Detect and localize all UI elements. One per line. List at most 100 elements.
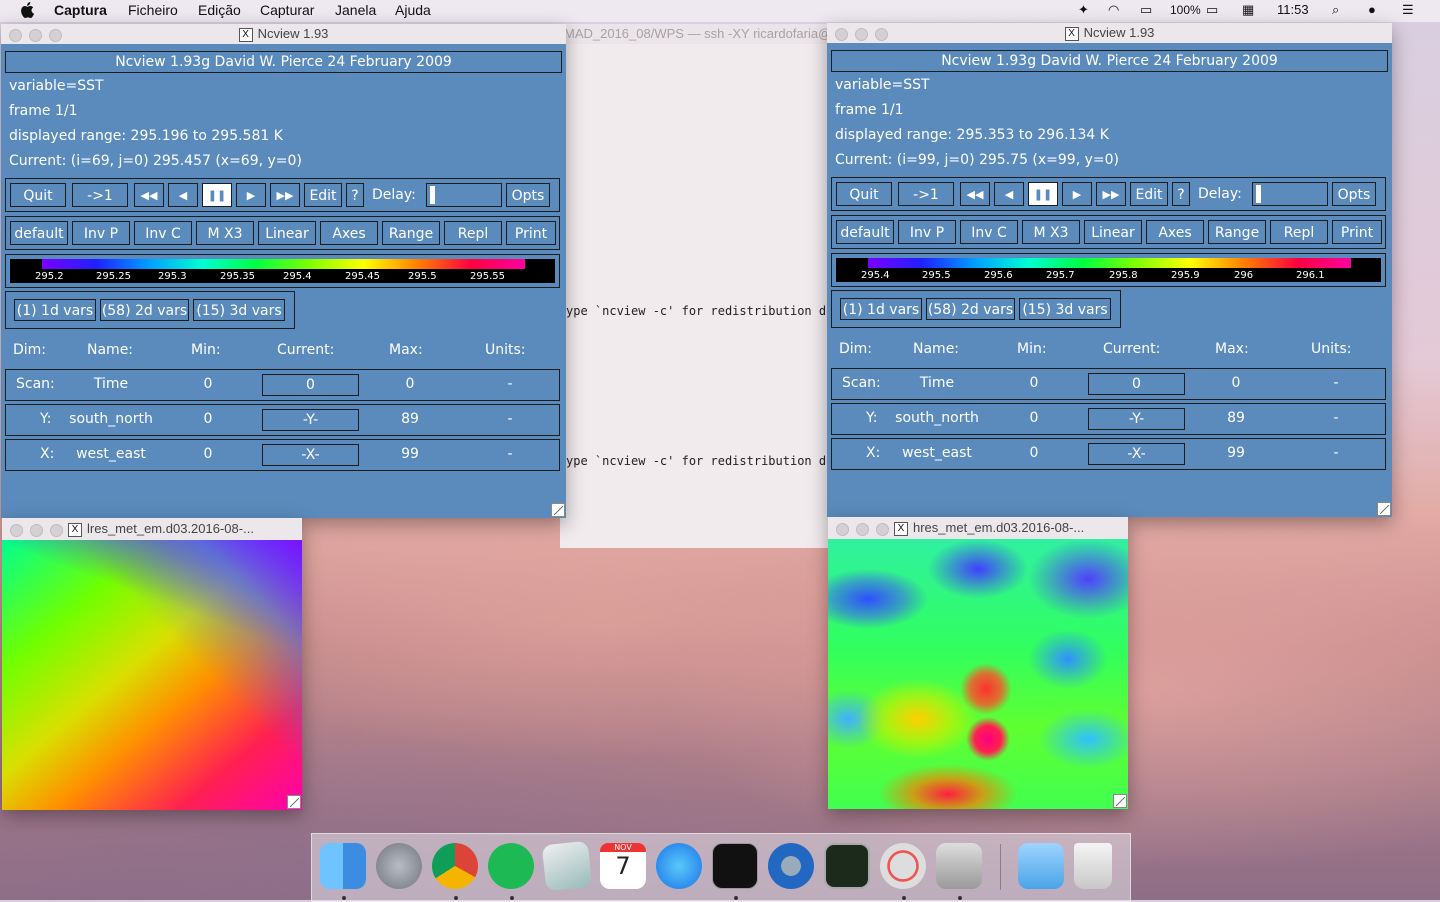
dropbox-icon[interactable]: ✦ bbox=[1078, 2, 1089, 18]
ncview-titlebar[interactable]: X Ncview 1.93 bbox=[1, 24, 566, 44]
siri-icon[interactable]: ● bbox=[1368, 2, 1376, 17]
image-window-titlebar[interactable]: Xhres_met_em.d03.2016-08-... bbox=[828, 517, 1128, 539]
dim-current[interactable]: -X- bbox=[262, 444, 359, 466]
fast-forward-icon[interactable]: ▶▶ bbox=[1096, 182, 1126, 206]
spotlight-search-icon[interactable]: ⌕ bbox=[1332, 2, 1339, 18]
inv-c-button[interactable]: Inv C bbox=[960, 220, 1018, 244]
close-button[interactable] bbox=[836, 523, 849, 536]
edit-button[interactable]: Edit bbox=[1130, 182, 1168, 206]
grab-icon[interactable] bbox=[936, 843, 982, 889]
battery-icon[interactable]: ▭ bbox=[1206, 2, 1218, 18]
menu-ajuda[interactable]: Ajuda bbox=[395, 2, 431, 18]
input-source-flag-icon[interactable]: ▦ bbox=[1242, 2, 1254, 18]
trash-icon[interactable] bbox=[1074, 843, 1112, 889]
activity-monitor-icon[interactable] bbox=[824, 843, 870, 889]
opts-button[interactable]: Opts bbox=[1332, 182, 1376, 206]
help-button[interactable]: ? bbox=[1172, 182, 1190, 206]
dim-current[interactable]: -X- bbox=[1088, 443, 1185, 465]
close-button[interactable] bbox=[9, 29, 22, 42]
rewind-fast-icon[interactable]: ◀◀ bbox=[134, 183, 164, 207]
image-window-titlebar[interactable]: Xlres_met_em.d03.2016-08-... bbox=[2, 518, 302, 540]
print-button[interactable]: Print bbox=[1332, 220, 1382, 244]
terminal-icon[interactable] bbox=[712, 843, 758, 889]
zoom-button[interactable] bbox=[876, 523, 889, 536]
step-back-icon[interactable]: ◀ bbox=[994, 182, 1024, 206]
sst-plot-hres[interactable] bbox=[828, 539, 1128, 809]
apple-menu-icon[interactable] bbox=[20, 2, 34, 18]
edit-button[interactable]: Edit bbox=[304, 183, 342, 207]
step-button[interactable]: ->1 bbox=[72, 183, 128, 207]
step-forward-icon[interactable]: ▶ bbox=[236, 183, 266, 207]
menu-janela[interactable]: Janela bbox=[335, 2, 376, 18]
opts-button[interactable]: Opts bbox=[506, 183, 550, 207]
vars-1d-button[interactable]: (1) 1d vars bbox=[840, 298, 922, 320]
zoom-button[interactable] bbox=[875, 28, 888, 41]
minimize-button[interactable] bbox=[29, 29, 42, 42]
menu-capturar[interactable]: Capturar bbox=[260, 2, 314, 18]
dim-current[interactable]: -Y- bbox=[1088, 408, 1185, 430]
ncview-window-left[interactable]: X Ncview 1.93 Ncview 1.93g David W. Pierce… bbox=[1, 24, 566, 518]
minimize-button[interactable] bbox=[855, 28, 868, 41]
image-window-hres[interactable]: Xhres_met_em.d03.2016-08-... bbox=[828, 517, 1128, 809]
pause-icon[interactable]: ❚❚ bbox=[202, 183, 232, 207]
launchpad-icon[interactable] bbox=[376, 843, 422, 889]
axes-button[interactable]: Axes bbox=[320, 221, 378, 245]
zoom-button[interactable] bbox=[49, 29, 62, 42]
vars-2d-button[interactable]: (58) 2d vars bbox=[100, 299, 189, 321]
minimize-button[interactable] bbox=[30, 524, 43, 537]
inv-p-button[interactable]: Inv P bbox=[898, 220, 956, 244]
delay-slider[interactable] bbox=[426, 183, 502, 207]
delay-slider-thumb[interactable] bbox=[430, 186, 435, 204]
finder-icon[interactable] bbox=[320, 843, 366, 889]
menu-app-name[interactable]: Captura bbox=[54, 2, 107, 18]
inv-c-button[interactable]: Inv C bbox=[134, 221, 192, 245]
range-button[interactable]: Range bbox=[1208, 220, 1266, 244]
resize-grip-icon[interactable] bbox=[287, 795, 301, 809]
linear-button[interactable]: Linear bbox=[258, 221, 316, 245]
quit-button[interactable]: Quit bbox=[10, 183, 66, 207]
dim-current[interactable]: -Y- bbox=[262, 409, 359, 431]
menubar-clock[interactable]: 11:53 bbox=[1277, 2, 1309, 17]
resize-grip-icon[interactable] bbox=[1113, 794, 1127, 808]
close-button[interactable] bbox=[10, 524, 23, 537]
image-window-lres[interactable]: Xlres_met_em.d03.2016-08-... bbox=[2, 518, 302, 810]
airplay-icon[interactable]: ▭ bbox=[1140, 2, 1152, 18]
step-button[interactable]: ->1 bbox=[898, 182, 954, 206]
chrome-icon[interactable] bbox=[432, 843, 478, 889]
dim-current[interactable]: 0 bbox=[262, 374, 359, 396]
dim-current[interactable]: 0 bbox=[1088, 373, 1185, 395]
fast-forward-icon[interactable]: ▶▶ bbox=[270, 183, 300, 207]
notification-center-icon[interactable]: ☰ bbox=[1402, 2, 1414, 18]
close-button[interactable] bbox=[835, 28, 848, 41]
vars-2d-button[interactable]: (58) 2d vars bbox=[926, 298, 1015, 320]
resize-grip-icon[interactable] bbox=[1377, 502, 1391, 516]
calendar-icon[interactable]: NOV 7 bbox=[600, 843, 646, 889]
xquartz-icon[interactable] bbox=[880, 843, 926, 889]
wifi-icon[interactable]: ◠ bbox=[1108, 2, 1119, 18]
minimize-button[interactable] bbox=[856, 523, 869, 536]
magnify-button[interactable]: M X3 bbox=[196, 221, 254, 245]
r-icon[interactable] bbox=[768, 843, 814, 889]
repl-button[interactable]: Repl bbox=[444, 221, 502, 245]
sst-plot-lres[interactable] bbox=[2, 540, 302, 810]
delay-slider-thumb[interactable] bbox=[1256, 185, 1261, 203]
default-colormap-button[interactable]: default bbox=[836, 220, 894, 244]
quit-button[interactable]: Quit bbox=[836, 182, 892, 206]
vars-1d-button[interactable]: (1) 1d vars bbox=[14, 299, 96, 321]
step-back-icon[interactable]: ◀ bbox=[168, 183, 198, 207]
documents-folder-icon[interactable] bbox=[1018, 843, 1064, 889]
print-button[interactable]: Print bbox=[506, 221, 556, 245]
linear-button[interactable]: Linear bbox=[1084, 220, 1142, 244]
repl-button[interactable]: Repl bbox=[1270, 220, 1328, 244]
menu-edicao[interactable]: Edição bbox=[198, 2, 241, 18]
magnify-button[interactable]: M X3 bbox=[1022, 220, 1080, 244]
inv-p-button[interactable]: Inv P bbox=[72, 221, 130, 245]
ncview-window-right[interactable]: X Ncview 1.93 Ncview 1.93g David W. Pierce… bbox=[827, 23, 1392, 517]
pause-icon[interactable]: ❚❚ bbox=[1028, 182, 1058, 206]
preview-icon[interactable] bbox=[541, 840, 593, 892]
app-store-icon[interactable] bbox=[656, 843, 702, 889]
menu-ficheiro[interactable]: Ficheiro bbox=[128, 2, 178, 18]
vars-3d-button[interactable]: (15) 3d vars bbox=[193, 299, 285, 321]
range-button[interactable]: Range bbox=[382, 221, 440, 245]
delay-slider[interactable] bbox=[1252, 182, 1328, 206]
